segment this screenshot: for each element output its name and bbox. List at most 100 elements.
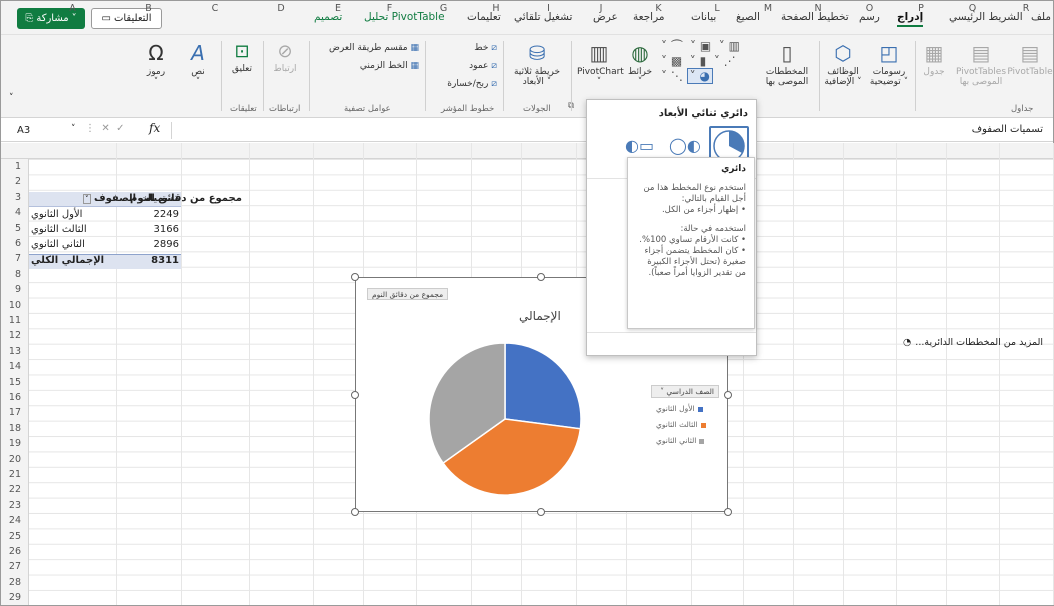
pivot-row-value[interactable]: 3166 — [119, 224, 179, 235]
legend-entry[interactable]: الثاني الثانوي — [656, 436, 705, 445]
bar-of-pie-option-icon[interactable]: ◐▭ — [625, 136, 654, 155]
row-header[interactable]: 19 — [1, 438, 21, 449]
row-header[interactable]: 11 — [1, 315, 21, 326]
column-header[interactable]: G — [416, 3, 471, 14]
bar-chart-icon[interactable]: ˅ ▥ — [719, 39, 740, 53]
column-header[interactable]: E — [313, 3, 363, 14]
legend-entry[interactable]: الأول الثانوي — [656, 404, 703, 413]
pivotchart-button[interactable]: ▥ PivotChart ˅ — [577, 41, 624, 87]
illustrations-button[interactable]: ◰ رسومات توضيحية ˅ — [867, 41, 911, 87]
row-header[interactable]: 13 — [1, 346, 21, 357]
column-header[interactable]: N — [793, 3, 843, 14]
row-header[interactable]: 4 — [1, 207, 21, 218]
table-button[interactable]: ▦ جدول — [919, 41, 949, 77]
scatter-chart-icon[interactable]: ˅ ⋱ — [661, 69, 683, 83]
column-header[interactable]: D — [249, 3, 313, 14]
row-header[interactable]: 2 — [1, 176, 21, 187]
row-header[interactable]: 26 — [1, 546, 21, 557]
column-header[interactable]: H — [471, 3, 521, 14]
filter-dropdown-icon[interactable]: ˅ — [83, 194, 91, 204]
recommended-charts-button[interactable]: ▯ المخططات الموصى بها — [757, 41, 817, 87]
link-button[interactable]: ⊘ ارتباط — [269, 41, 301, 74]
pivot-total-label[interactable]: الإجمالي الكلي — [31, 255, 104, 266]
column-header[interactable]: B — [116, 3, 181, 14]
column-header[interactable]: P — [896, 3, 946, 14]
pivot-row-label[interactable]: الثاني الثانوي — [31, 239, 85, 250]
row-header[interactable]: 15 — [1, 377, 21, 388]
row-header[interactable]: 10 — [1, 300, 21, 311]
text-button[interactable]: A نص ˅ — [183, 41, 213, 87]
stats-chart-icon[interactable]: ˅ ⋰ — [714, 54, 736, 68]
resize-handle[interactable] — [724, 508, 732, 516]
chevron-down-icon[interactable]: ˅ — [71, 124, 76, 134]
comment-button[interactable]: ⊡ تعليق — [227, 41, 257, 74]
column-header[interactable]: F — [363, 3, 416, 14]
row-header[interactable]: 18 — [1, 423, 21, 434]
ribbon-collapse-icon[interactable]: ˅ — [9, 93, 14, 103]
area-chart-icon[interactable]: ˅ ▣ — [690, 39, 711, 53]
row-header[interactable]: 12 — [1, 330, 21, 341]
pie-plot[interactable] — [425, 339, 585, 499]
pivot-row-value[interactable]: 2896 — [119, 239, 179, 250]
row-header[interactable]: 16 — [1, 392, 21, 403]
chart-value-field-button[interactable]: مجموع من دقائق النوم — [367, 288, 449, 300]
resize-handle[interactable] — [537, 273, 545, 281]
row-header[interactable]: 3 — [1, 192, 21, 203]
3d-map-button[interactable]: ⛁ خريطة ثلاثية الأبعاد ˅ — [509, 41, 565, 87]
row-header[interactable]: 5 — [1, 223, 21, 234]
addins-button[interactable]: ⬡ الوظائف الإضافية ˅ — [823, 41, 863, 87]
legend-field-button[interactable]: الصف الدراسي ˅ — [651, 385, 719, 398]
row-header[interactable]: 8 — [1, 269, 21, 280]
recommended-pivottables-button[interactable]: ▤ PivotTables الموصى بها — [951, 41, 1011, 87]
column-header[interactable]: M — [743, 3, 793, 14]
pivot-row-label[interactable]: الأول الثانوي — [31, 209, 82, 220]
sparkline-column-button[interactable]: عمود ⧄ — [441, 61, 497, 71]
legend-entry[interactable]: الثالث الثانوي — [656, 420, 706, 429]
row-header[interactable]: 24 — [1, 515, 21, 526]
row-header[interactable]: 7 — [1, 253, 21, 264]
resize-handle[interactable] — [724, 391, 732, 399]
timeline-button[interactable]: الخط الزمني ▦ — [319, 61, 419, 71]
column-header[interactable]: K — [626, 3, 691, 14]
chart-title[interactable]: الإجمالي — [519, 309, 561, 323]
row-header[interactable]: 1 — [1, 161, 21, 172]
sparkline-winloss-button[interactable]: ربح/خسارة ⧄ — [431, 79, 497, 89]
resize-handle[interactable] — [537, 508, 545, 516]
row-header[interactable]: 22 — [1, 484, 21, 495]
row-header[interactable]: 21 — [1, 469, 21, 480]
column-header[interactable]: L — [691, 3, 743, 14]
pivot-row-value[interactable]: 2249 — [119, 209, 179, 220]
maps-button[interactable]: ◍ خرائط ˅ — [623, 41, 657, 87]
pivot-values-header[interactable]: مجموع من دقائق النوم — [130, 193, 242, 204]
row-header[interactable]: 9 — [1, 284, 21, 295]
column-header[interactable]: I — [521, 3, 576, 14]
column-header[interactable]: R — [999, 3, 1053, 14]
waterfall-chart-icon[interactable]: ˅ ▮ — [690, 54, 706, 68]
row-header[interactable]: 14 — [1, 361, 21, 372]
pivottable-button[interactable]: ▤ PivotTable — [1007, 41, 1053, 77]
column-header[interactable]: A — [29, 3, 116, 14]
insert-function-icon[interactable]: fx — [149, 121, 160, 135]
slicer-button[interactable]: مقسم طريقة العرض ▦ — [319, 43, 419, 53]
sparkline-line-button[interactable]: خط ⧄ — [441, 43, 497, 53]
pivot-row-label[interactable]: الثالث الثانوي — [31, 224, 87, 235]
row-header[interactable]: 27 — [1, 561, 21, 572]
pie-slice[interactable] — [504, 342, 582, 430]
row-header[interactable]: 25 — [1, 531, 21, 542]
resize-handle[interactable] — [351, 508, 359, 516]
row-header[interactable]: 29 — [1, 592, 21, 603]
symbols-button[interactable]: Ω رموز ˅ — [139, 41, 173, 87]
row-header[interactable]: 28 — [1, 577, 21, 588]
hierarchy-chart-icon[interactable]: ˅ ▩ — [661, 54, 682, 68]
column-header[interactable]: C — [181, 3, 249, 14]
line-chart-icon[interactable]: ˅ ⏜ — [661, 39, 682, 53]
row-header[interactable]: 23 — [1, 500, 21, 511]
column-header[interactable]: O — [843, 3, 896, 14]
row-header[interactable]: 6 — [1, 238, 21, 249]
pie-of-pie-option-icon[interactable]: ◯◐ — [669, 136, 701, 155]
row-header[interactable]: 20 — [1, 454, 21, 465]
more-pie-charts-link[interactable]: المزيد من المخططات الدائرية... ◔ — [903, 337, 1043, 348]
pivot-total-value[interactable]: 8311 — [119, 255, 179, 266]
column-header[interactable]: J — [576, 3, 626, 14]
resize-handle[interactable] — [351, 391, 359, 399]
